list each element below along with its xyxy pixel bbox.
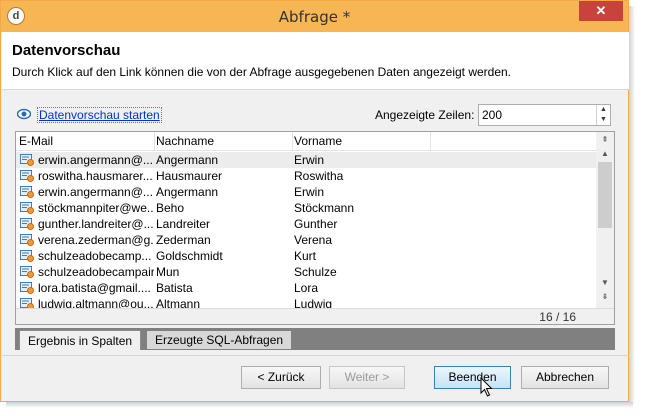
cell-lastname: Angermann — [156, 153, 219, 167]
cell-firstname: Lora — [294, 281, 319, 295]
cell-firstname: Roswitha — [294, 169, 344, 183]
title-bar[interactable]: d Abfrage * ✕ — [1, 1, 628, 32]
column-header-email[interactable]: E-Mail — [19, 134, 53, 148]
cell-email: schulzeadobecampair — [38, 265, 154, 279]
cell-email: verena.zederman@g... — [38, 233, 154, 247]
dialog-window: d Abfrage * ✕ Datenvorschau Durch Klick … — [0, 0, 629, 402]
cell-email: gunther.landreiter@... — [38, 217, 154, 231]
contact-icon — [20, 234, 34, 246]
cell-firstname: Erwin — [294, 185, 325, 199]
cell-lastname: Angermann — [156, 185, 219, 199]
window-shadow-bottom — [6, 402, 633, 408]
cell-lastname: Hausmaurer — [156, 169, 223, 183]
contact-icon — [20, 154, 34, 166]
cell-firstname: Schulze — [294, 265, 337, 279]
rows-label: Angezeigte Zeilen: — [375, 108, 475, 122]
scroll-up-icon[interactable]: ▲ — [596, 149, 614, 158]
spin-up-icon[interactable]: ▲ — [597, 105, 610, 115]
rows-spinner[interactable]: ▲ ▼ — [596, 105, 610, 125]
grid-status-bar: 16 / 16 — [16, 308, 614, 324]
table-row[interactable]: stöckmannpiter@we... Beho Stöckmann — [16, 200, 596, 216]
finish-button[interactable]: Beenden — [434, 366, 511, 389]
table-row[interactable]: erwin.angermann@... Angermann Erwin — [16, 152, 596, 168]
start-preview-link[interactable]: Datenvorschau starten — [37, 107, 162, 123]
table-row[interactable]: gunther.landreiter@... Landreiter Gunther — [16, 216, 596, 232]
eye-icon — [17, 108, 31, 120]
window-title: Abfrage * — [278, 8, 351, 26]
table-row[interactable]: roswitha.hausmarer... Hausmaurer Roswitha — [16, 168, 596, 184]
cell-lastname: Mun — [156, 265, 180, 279]
spin-down-icon[interactable]: ▼ — [597, 115, 610, 125]
column-divider[interactable] — [292, 132, 293, 151]
scroll-top-icon[interactable]: ⇞ — [596, 135, 614, 144]
cell-email: erwin.angermann@... — [38, 185, 153, 199]
table-row[interactable]: schulzeadobecamp... Goldschmidt Kurt — [16, 248, 596, 264]
cell-lastname: Zederman — [156, 233, 211, 247]
cancel-button[interactable]: Abbrechen — [521, 366, 609, 389]
close-button[interactable]: ✕ — [579, 1, 623, 21]
table-row[interactable]: lora.batista@gmail.... Batista Lora — [16, 280, 596, 296]
cell-lastname: Landreiter — [156, 217, 211, 231]
scrollbar-thumb[interactable] — [598, 162, 612, 228]
cell-firstname: Verena — [294, 233, 333, 247]
table-row[interactable]: schulzeadobecampair Mun Schulze — [16, 264, 596, 280]
scroll-down-icon[interactable]: ▼ — [596, 278, 614, 287]
contact-icon — [20, 170, 34, 182]
contact-icon — [20, 186, 34, 198]
window-shadow-right — [629, 6, 635, 404]
column-header-firstname[interactable]: Vorname — [294, 134, 342, 148]
table-row[interactable]: verena.zederman@g... Zederman Verena — [16, 232, 596, 248]
cell-lastname: Batista — [156, 281, 193, 295]
result-grid: E-Mail Nachname Vorname erwin.angermann@… — [15, 131, 615, 325]
cell-firstname: Gunther — [294, 217, 338, 231]
cell-email: roswitha.hausmarer... — [38, 169, 153, 183]
preview-toolbar: Datenvorschau starten Angezeigte Zeilen:… — [15, 103, 615, 127]
vertical-scrollbar[interactable]: ⇞ ▲ ▼ ⇟ — [596, 132, 614, 308]
cell-firstname: Erwin — [294, 153, 325, 167]
rows-count-input[interactable]: 200 ▲ ▼ — [478, 104, 611, 126]
cell-email: erwin.angermann@... — [38, 153, 153, 167]
contact-icon — [20, 218, 34, 230]
contact-icon — [20, 266, 34, 278]
row-count: 16 / 16 — [539, 310, 576, 324]
cell-email: schulzeadobecamp... — [38, 249, 152, 263]
back-button[interactable]: < Zurück — [241, 366, 321, 389]
wizard-header: Datenvorschau Durch Klick auf den Link k… — [2, 32, 629, 90]
mouse-cursor-icon — [480, 377, 493, 397]
cell-firstname: Kurt — [294, 249, 317, 263]
cell-lastname: Beho — [156, 201, 185, 215]
footer-divider — [2, 355, 629, 356]
tab-columns[interactable]: Ergebnis in Spalten — [19, 330, 142, 350]
column-divider[interactable] — [430, 132, 431, 151]
table-row[interactable]: erwin.angermann@... Angermann Erwin — [16, 184, 596, 200]
tab-sql-queries[interactable]: Erzeugte SQL-Abfragen — [147, 331, 292, 349]
next-button[interactable]: Weiter > — [329, 366, 405, 389]
column-header-lastname[interactable]: Nachname — [156, 134, 214, 148]
cell-email: lora.batista@gmail.... — [38, 281, 151, 295]
scroll-bottom-icon[interactable]: ⇟ — [596, 292, 614, 301]
grid-header: E-Mail Nachname Vorname — [16, 132, 596, 151]
cell-firstname: Stöckmann — [294, 201, 355, 215]
contact-icon — [20, 250, 34, 262]
page-title: Datenvorschau — [12, 42, 121, 59]
contact-icon — [20, 282, 34, 294]
page-description: Durch Klick auf den Link können die von … — [12, 65, 512, 79]
rows-count-value: 200 — [482, 108, 503, 122]
cell-lastname: Goldschmidt — [156, 249, 223, 263]
cell-email: stöckmannpiter@we... — [38, 201, 154, 215]
column-divider[interactable] — [154, 132, 155, 151]
result-tabs: Ergebnis in Spalten Erzeugte SQL-Abfrage… — [15, 328, 615, 350]
contact-icon — [20, 202, 34, 214]
